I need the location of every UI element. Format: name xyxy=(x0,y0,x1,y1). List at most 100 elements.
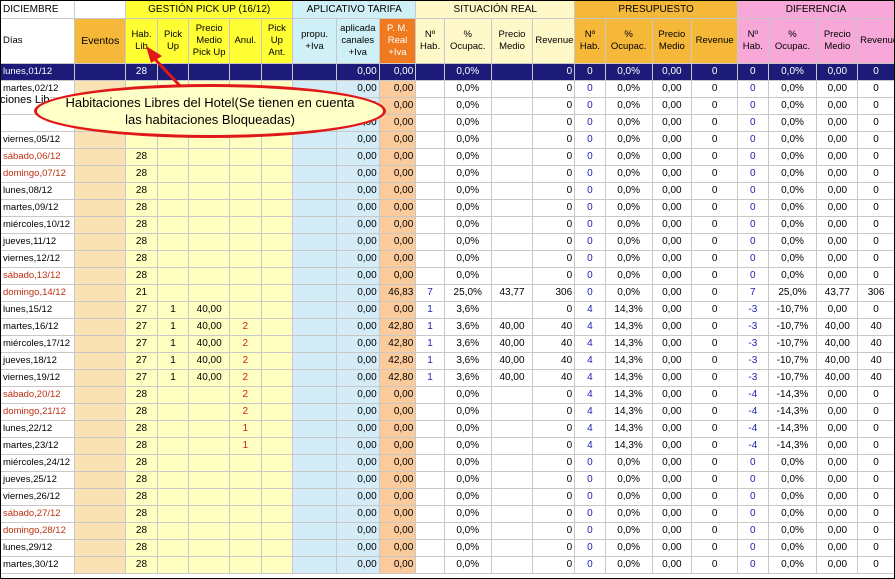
cell-sit-n-hab[interactable] xyxy=(415,454,445,472)
cell-pres-ocupac[interactable]: 0,0% xyxy=(604,199,653,217)
cell-sit-revenue[interactable]: 0 xyxy=(532,250,576,268)
cell-dif-ocupac[interactable]: 0,0% xyxy=(767,216,818,234)
cell-precio-pickup[interactable] xyxy=(188,148,231,166)
cell-pickup-ant[interactable] xyxy=(260,403,294,421)
col-pres-n-hab[interactable]: Nº Hab. xyxy=(574,18,606,64)
cell-hab-lib[interactable]: 28 xyxy=(125,63,158,81)
cell-sit-revenue[interactable]: 0 xyxy=(532,522,576,540)
cell-sit-revenue[interactable]: 40 xyxy=(532,335,576,353)
cell-pickup-ant[interactable] xyxy=(260,267,294,285)
cell-pres-n-hab[interactable]: 0 xyxy=(574,182,606,200)
cell-day[interactable]: sábado,20/12 xyxy=(0,386,76,404)
cell-aplicada[interactable]: 0,00 xyxy=(335,437,380,455)
cell-aplicada[interactable]: 0,00 xyxy=(335,148,380,166)
cell-pres-n-hab[interactable]: 4 xyxy=(574,386,606,404)
cell-sit-revenue[interactable]: 0 xyxy=(532,233,576,251)
cell-pres-n-hab[interactable]: 0 xyxy=(574,284,606,302)
cell-pres-ocupac[interactable]: 0,0% xyxy=(604,63,653,81)
cell-sit-precio[interactable] xyxy=(490,488,534,506)
cell-dif-ocupac[interactable]: -14,3% xyxy=(767,420,818,438)
cell-pres-revenue[interactable]: 0 xyxy=(691,131,739,149)
cell-day[interactable]: miércoles,17/12 xyxy=(0,335,76,353)
cell-propu[interactable] xyxy=(292,233,337,251)
cell-day[interactable]: sábado,06/12 xyxy=(0,148,76,166)
cell-day[interactable]: jueves,18/12 xyxy=(0,352,76,370)
cell-pres-revenue[interactable]: 0 xyxy=(691,471,739,489)
cell-pres-ocupac[interactable]: 0,0% xyxy=(604,165,653,183)
cell-pres-ocupac[interactable]: 14,3% xyxy=(604,369,653,387)
cell-aplicada[interactable]: 0,00 xyxy=(335,131,380,149)
cell-pm-real[interactable]: 0,00 xyxy=(378,386,417,404)
cell-pres-n-hab[interactable]: 0 xyxy=(574,267,606,285)
cell-sit-precio[interactable] xyxy=(490,556,534,574)
cell-pres-revenue[interactable]: 0 xyxy=(691,386,739,404)
cell-dif-revenue[interactable]: 40 xyxy=(857,318,895,336)
cell-dif-n-hab[interactable]: -3 xyxy=(737,335,769,353)
cell-eventos[interactable] xyxy=(74,420,127,438)
cell-sit-n-hab[interactable] xyxy=(415,182,445,200)
cell-pres-precio[interactable]: 0,00 xyxy=(651,386,693,404)
cell-pres-precio[interactable]: 0,00 xyxy=(651,301,693,319)
cell-pickup-ant[interactable] xyxy=(260,539,294,557)
cell-dif-n-hab[interactable]: 0 xyxy=(737,199,769,217)
cell-pm-real[interactable]: 42,80 xyxy=(378,335,417,353)
cell-pick-up[interactable] xyxy=(156,386,190,404)
cell-dif-ocupac[interactable]: 0,0% xyxy=(767,539,818,557)
cell-pres-ocupac[interactable]: 14,3% xyxy=(604,318,653,336)
cell-aplicada[interactable]: 0,00 xyxy=(335,63,380,81)
cell-pres-revenue[interactable]: 0 xyxy=(691,369,739,387)
cell-pres-n-hab[interactable]: 0 xyxy=(574,131,606,149)
cell-pres-ocupac[interactable]: 0,0% xyxy=(604,471,653,489)
cell-pm-real[interactable]: 0,00 xyxy=(378,80,417,98)
cell-dif-precio[interactable]: 0,00 xyxy=(816,250,859,268)
cell-dif-precio[interactable]: 0,00 xyxy=(816,301,859,319)
cell-eventos[interactable] xyxy=(74,522,127,540)
cell-aplicada[interactable]: 0,00 xyxy=(335,301,380,319)
cell-dif-ocupac[interactable]: 0,0% xyxy=(767,267,818,285)
cell-sit-n-hab[interactable] xyxy=(415,165,445,183)
cell-propu[interactable] xyxy=(292,386,337,404)
cell-anul[interactable] xyxy=(229,284,262,302)
cell-pres-precio[interactable]: 0,00 xyxy=(651,165,693,183)
cell-sit-precio[interactable] xyxy=(490,216,534,234)
cell-precio-pickup[interactable] xyxy=(188,284,231,302)
table-row[interactable]: sábado,13/12 28 0,00 0,00 0,0% 0 0 0,0% 0,00 0 0 0,… xyxy=(0,267,895,285)
cell-sit-ocupac[interactable]: 3,6% xyxy=(443,352,492,370)
cell-dif-precio[interactable]: 0,00 xyxy=(816,386,859,404)
cell-aplicada[interactable]: 0,00 xyxy=(335,233,380,251)
table-row[interactable]: martes,30/12 28 0,00 0,00 0,0% 0 0 0,0% 0,00 0 0 0,… xyxy=(0,556,895,574)
cell-pres-revenue[interactable]: 0 xyxy=(691,301,739,319)
cell-eventos[interactable] xyxy=(74,165,127,183)
cell-sit-n-hab[interactable] xyxy=(415,148,445,166)
cell-pres-precio[interactable]: 0,00 xyxy=(651,522,693,540)
cell-precio-pickup[interactable] xyxy=(188,488,231,506)
cell-dif-precio[interactable]: 0,00 xyxy=(816,182,859,200)
cell-precio-pickup[interactable] xyxy=(188,182,231,200)
cell-sit-precio[interactable] xyxy=(490,131,534,149)
cell-sit-revenue[interactable]: 0 xyxy=(532,199,576,217)
cell-dif-n-hab[interactable]: 0 xyxy=(737,131,769,149)
table-row[interactable]: lunes,29/12 28 0,00 0,00 0,0% 0 0 0,0% 0,00 0 0 0,0… xyxy=(0,539,895,557)
cell-pm-real[interactable]: 0,00 xyxy=(378,539,417,557)
cell-pres-revenue[interactable]: 0 xyxy=(691,284,739,302)
cell-pres-revenue[interactable]: 0 xyxy=(691,420,739,438)
col-precio-pickup[interactable]: Precio Medio Pick Up xyxy=(188,18,231,64)
cell-aplicada[interactable]: 0,00 xyxy=(335,216,380,234)
cell-anul[interactable] xyxy=(229,267,262,285)
cell-sit-precio[interactable] xyxy=(490,267,534,285)
cell-propu[interactable] xyxy=(292,63,337,81)
cell-dif-ocupac[interactable]: 0,0% xyxy=(767,182,818,200)
cell-eventos[interactable] xyxy=(74,199,127,217)
cell-hab-lib[interactable]: 28 xyxy=(125,522,158,540)
cell-dif-revenue[interactable]: 0 xyxy=(857,471,895,489)
cell-pickup-ant[interactable] xyxy=(260,233,294,251)
cell-eventos[interactable] xyxy=(74,284,127,302)
cell-pm-real[interactable]: 0,00 xyxy=(378,437,417,455)
cell-dif-revenue[interactable]: 40 xyxy=(857,369,895,387)
cell-sit-revenue[interactable]: 0 xyxy=(532,437,576,455)
cell-sit-n-hab[interactable] xyxy=(415,80,445,98)
cell-pm-real[interactable]: 0,00 xyxy=(378,114,417,132)
cell-pickup-ant[interactable] xyxy=(260,182,294,200)
col-sit-precio[interactable]: Precio Medio xyxy=(490,18,534,64)
cell-eventos[interactable] xyxy=(74,539,127,557)
